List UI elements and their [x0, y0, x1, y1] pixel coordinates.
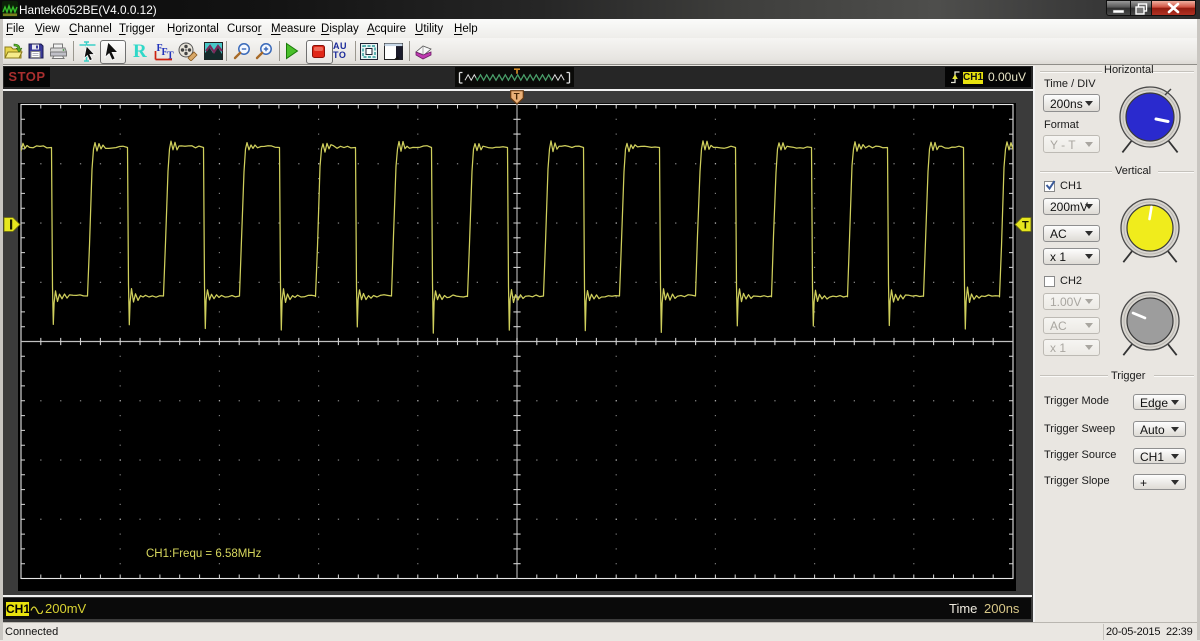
svg-text:T: T: [514, 92, 520, 103]
svg-text:T: T: [1022, 220, 1029, 232]
